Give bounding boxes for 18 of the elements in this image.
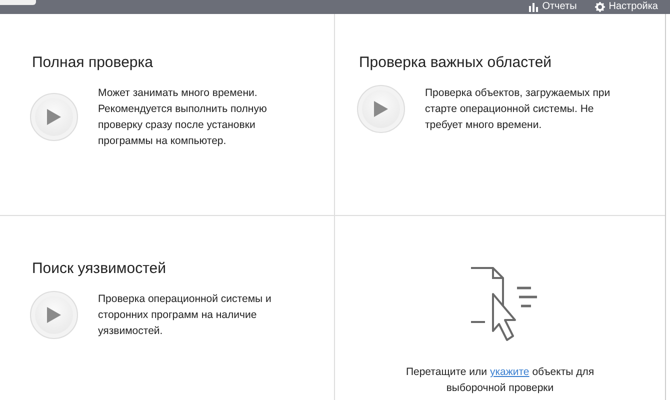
scan-title: Полная проверка	[32, 54, 154, 71]
scan-title: Проверка важных областей	[359, 54, 553, 71]
scan-description: Проверка операционной системы и сторонних программ на наличие уязвимостей.	[98, 292, 272, 339]
scan-description: Может занимать много времени. Рекомендуется выполнить полную проверку сразу после установки программы на компьютер.	[98, 86, 268, 149]
play-icon	[374, 101, 388, 117]
settings-icon	[594, 2, 605, 12]
scan-description: Проверка объектов, загружаемых при старте операционной системы. Не требует много времени.	[425, 86, 612, 133]
play-button[interactable]	[30, 93, 78, 141]
drop-hint: Перетащите или укажите объекты для выборочной проверки	[404, 365, 596, 396]
play-icon	[47, 307, 61, 323]
select-link[interactable]: укажите	[490, 366, 530, 378]
bar-chart-icon	[529, 2, 538, 12]
play-button[interactable]	[357, 85, 405, 133]
reports-link[interactable]: Отчеты	[529, 1, 577, 13]
settings-link[interactable]: Настройка	[594, 1, 658, 13]
play-button[interactable]	[30, 291, 78, 339]
play-icon	[47, 109, 61, 125]
scan-title: Поиск уязвимостей	[32, 260, 167, 277]
